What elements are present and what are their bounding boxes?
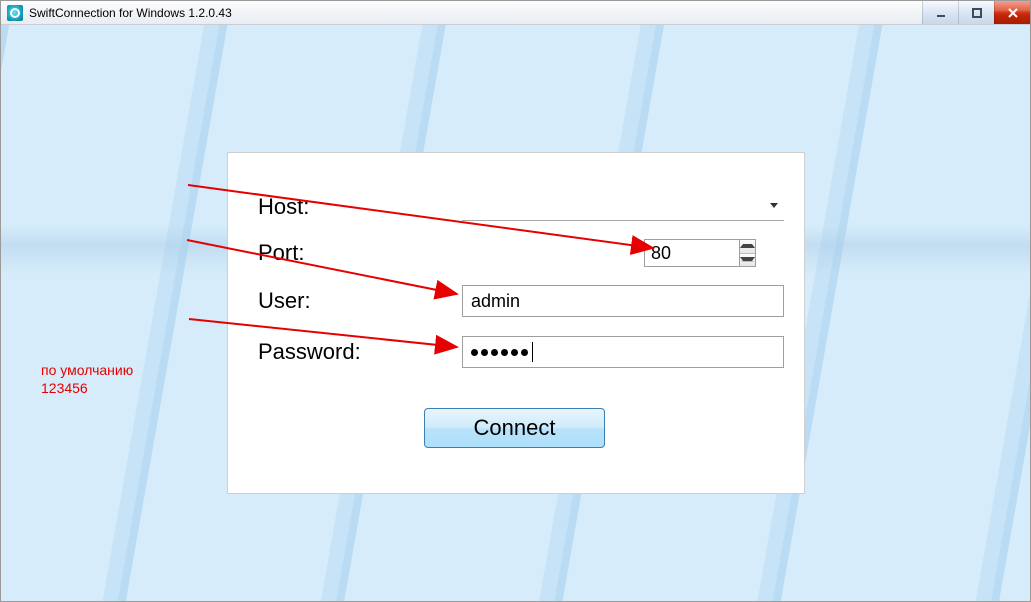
annotation-text: по умолчанию 123456 — [41, 361, 133, 397]
maximize-icon — [970, 6, 984, 20]
app-window: SwiftConnection for Windows 1.2.0.43 Hos… — [0, 0, 1031, 602]
annotation-line-1: по умолчанию — [41, 361, 133, 379]
maximize-button[interactable] — [958, 1, 994, 24]
app-icon — [7, 5, 23, 21]
window-controls — [922, 1, 1030, 24]
window-title: SwiftConnection for Windows 1.2.0.43 — [29, 6, 232, 20]
close-button[interactable] — [994, 1, 1030, 24]
client-area: Host: Port: User: — [1, 25, 1030, 601]
annotation-line-2: 123456 — [41, 379, 133, 397]
minimize-button[interactable] — [922, 1, 958, 24]
title-bar[interactable]: SwiftConnection for Windows 1.2.0.43 — [1, 1, 1030, 25]
close-icon — [1006, 6, 1020, 20]
minimize-icon — [934, 6, 948, 20]
annotation-arrows — [1, 25, 1031, 602]
